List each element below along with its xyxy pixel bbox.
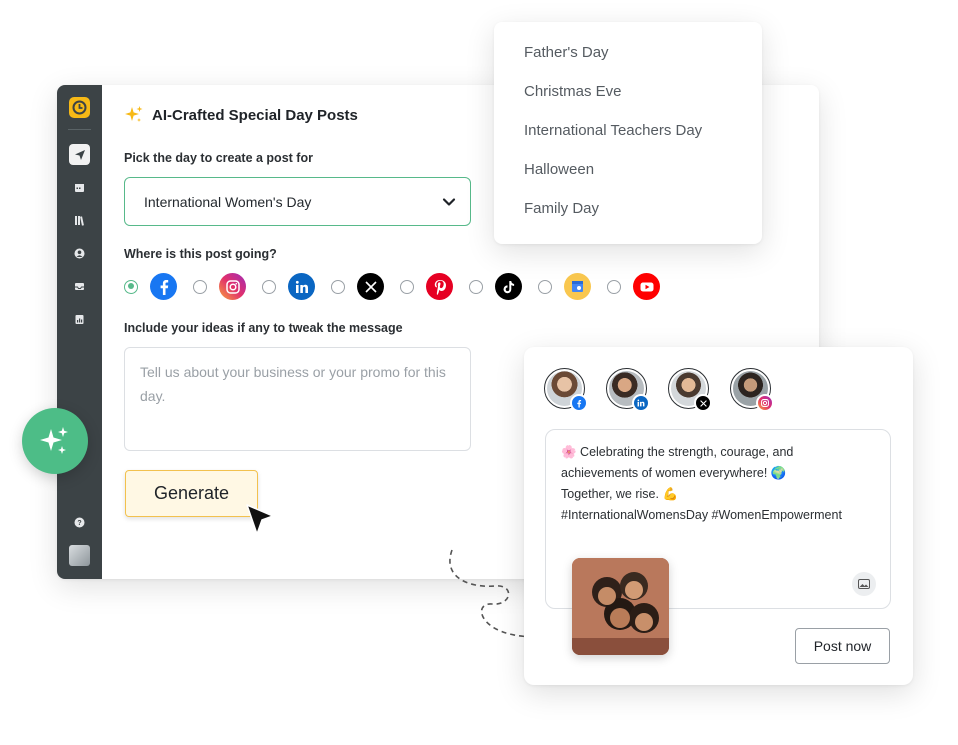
- post-text-line: #InternationalWomensDay #WomenEmpowermen…: [561, 508, 842, 522]
- pinterest-icon: [426, 273, 453, 300]
- radio-linkedin[interactable]: [262, 279, 276, 294]
- day-select-value: International Women's Day: [144, 193, 312, 210]
- x-icon: [357, 273, 384, 300]
- radio-pinterest[interactable]: [400, 279, 414, 294]
- radio-youtube[interactable]: [607, 279, 621, 294]
- youtube-icon: [633, 273, 660, 300]
- network-option-tiktok[interactable]: [469, 273, 522, 300]
- app-logo-icon[interactable]: [69, 97, 90, 118]
- send-icon: [74, 149, 85, 160]
- linkedin-icon: [288, 273, 315, 300]
- help-icon: ?: [74, 517, 85, 528]
- inbox-icon: [75, 283, 84, 290]
- instagram-icon: [219, 273, 246, 300]
- sparkle-icon: [40, 427, 68, 454]
- network-options: [124, 273, 676, 300]
- network-option-youtube[interactable]: [607, 273, 660, 300]
- destination-label: Where is this post going?: [124, 247, 277, 261]
- radio-x[interactable]: [331, 279, 345, 294]
- dropdown-option[interactable]: Father's Day: [494, 44, 762, 83]
- analytics-icon: [75, 315, 84, 324]
- facebook-icon: [150, 273, 177, 300]
- network-option-google-business[interactable]: [538, 273, 591, 300]
- sidebar-item-library[interactable]: [69, 210, 90, 231]
- sparkle-icon: [125, 106, 143, 122]
- sidebar-item-profile[interactable]: [69, 243, 90, 264]
- sidebar: ?: [57, 85, 102, 579]
- ai-sparkle-button[interactable]: [22, 408, 88, 474]
- ideas-textarea[interactable]: Tell us about your business or your prom…: [124, 347, 471, 451]
- google-business-icon: [564, 273, 591, 300]
- radio-facebook[interactable]: [124, 279, 138, 294]
- account-avatar[interactable]: [730, 368, 774, 412]
- post-text-line: achievements of women everywhere! 🌍: [561, 466, 787, 480]
- network-option-x[interactable]: [331, 273, 384, 300]
- day-picker-label: Pick the day to create a post for: [124, 151, 313, 165]
- ideas-label: Include your ideas if any to tweak the m…: [124, 321, 403, 335]
- dropdown-option[interactable]: Christmas Eve: [494, 83, 762, 122]
- network-option-instagram[interactable]: [193, 273, 246, 300]
- dropdown-option[interactable]: International Teachers Day: [494, 122, 762, 161]
- sidebar-item-help[interactable]: ?: [69, 512, 90, 533]
- radio-google-business[interactable]: [538, 279, 552, 294]
- post-text-line: Together, we rise. 💪: [561, 487, 679, 501]
- library-icon: [75, 216, 84, 226]
- photo-illustration: [572, 558, 669, 655]
- attached-photo[interactable]: [572, 558, 669, 655]
- day-dropdown-list: Father's Day Christmas Eve International…: [494, 22, 762, 244]
- post-text-line: 🌸 Celebrating the strength, courage, and: [561, 445, 794, 459]
- mouse-cursor-icon: [246, 504, 274, 535]
- account-avatar[interactable]: [668, 368, 712, 412]
- account-avatar[interactable]: [544, 368, 588, 412]
- add-image-button[interactable]: [852, 572, 876, 596]
- network-option-pinterest[interactable]: [400, 273, 453, 300]
- radio-instagram[interactable]: [193, 279, 207, 294]
- generate-button[interactable]: Generate: [125, 470, 258, 517]
- sidebar-item-analytics[interactable]: [69, 309, 90, 330]
- svg-text:?: ?: [77, 520, 81, 527]
- user-icon: [74, 248, 85, 259]
- tiktok-icon: [495, 273, 522, 300]
- network-option-facebook[interactable]: [124, 273, 177, 300]
- sidebar-divider: [68, 129, 91, 130]
- day-select[interactable]: International Women's Day: [124, 177, 471, 226]
- sidebar-item-publish[interactable]: [69, 144, 90, 165]
- sidebar-item-calendar[interactable]: [69, 177, 90, 198]
- user-avatar[interactable]: [69, 545, 90, 566]
- facebook-icon: [570, 394, 588, 412]
- linkedin-icon: [632, 394, 650, 412]
- composer-title: AI-Crafted Special Day Posts: [152, 106, 358, 124]
- image-icon: [858, 579, 870, 589]
- chevron-down-icon: [442, 198, 456, 206]
- sidebar-item-inbox[interactable]: [69, 276, 90, 297]
- post-now-button[interactable]: Post now: [795, 628, 890, 664]
- radio-tiktok[interactable]: [469, 279, 483, 294]
- x-icon: [694, 394, 712, 412]
- dropdown-option[interactable]: Halloween: [494, 161, 762, 200]
- account-avatar[interactable]: [606, 368, 650, 412]
- account-avatars: [544, 368, 774, 412]
- dropdown-option[interactable]: Family Day: [494, 200, 762, 239]
- composer-header: AI-Crafted Special Day Posts: [124, 105, 358, 125]
- instagram-icon: [756, 394, 774, 412]
- calendar-icon: [75, 184, 84, 192]
- network-option-linkedin[interactable]: [262, 273, 315, 300]
